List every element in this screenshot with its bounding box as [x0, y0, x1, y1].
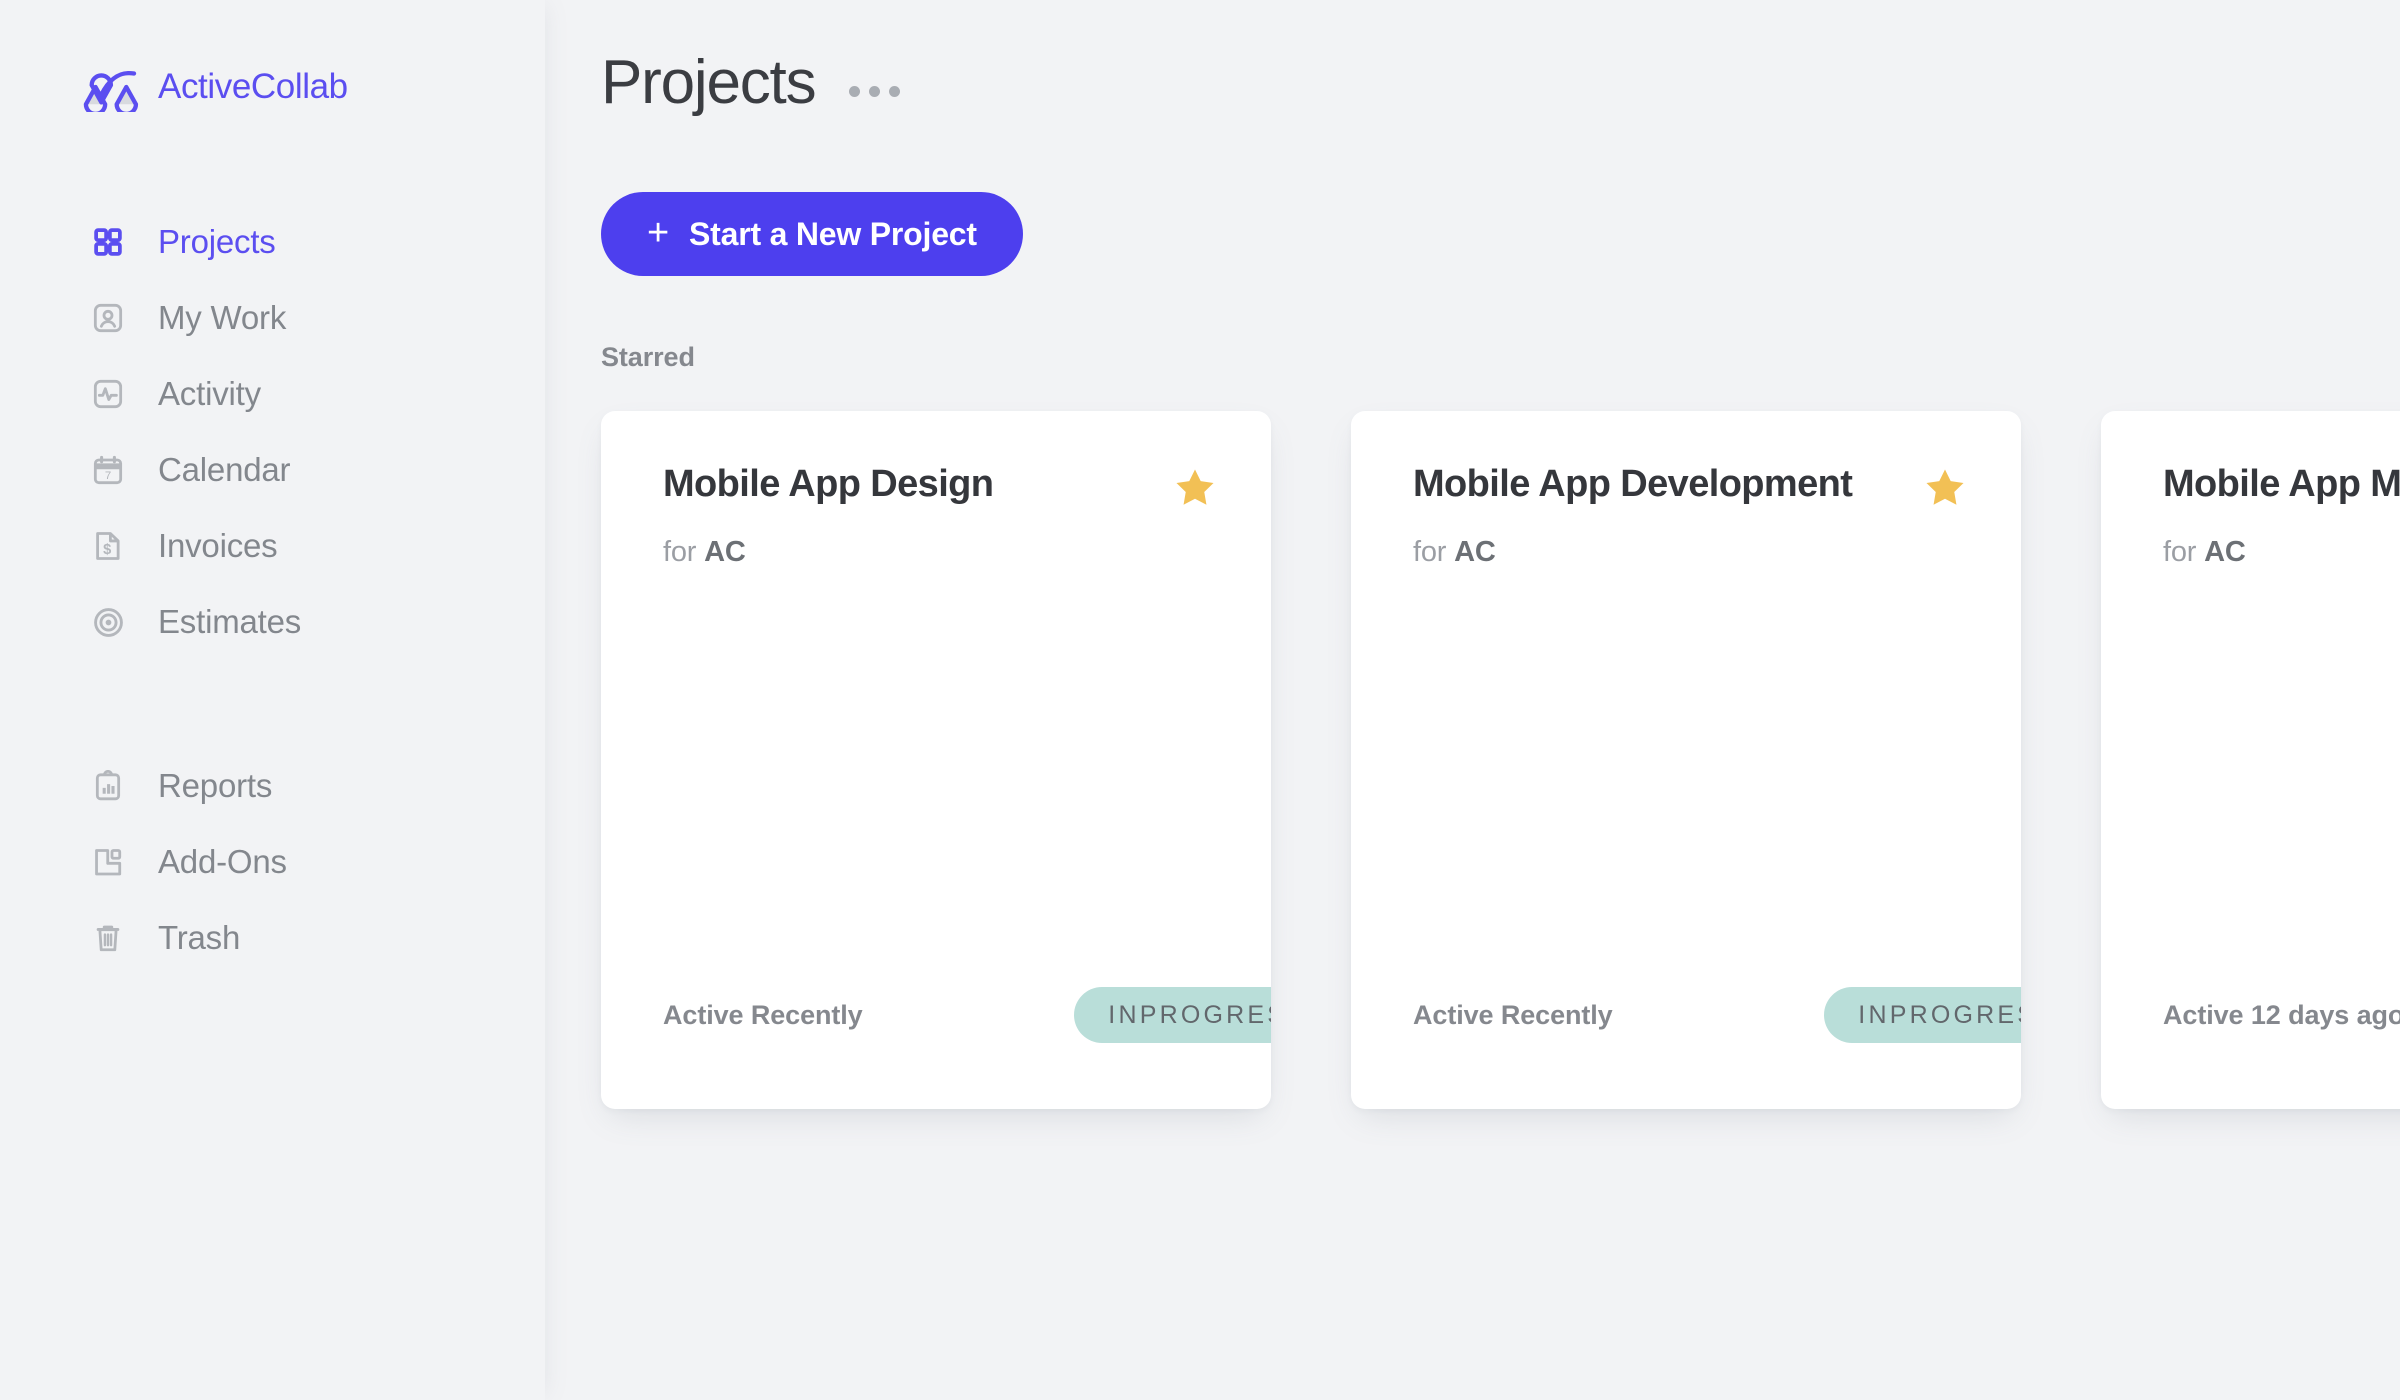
svg-text:$: $ [103, 542, 111, 558]
client-name: AC [704, 536, 746, 568]
sidebar-item-reports[interactable]: Reports [0, 748, 545, 824]
sidebar-item-projects[interactable]: Projects [0, 204, 545, 280]
sidebar-item-label: Calendar [158, 451, 291, 488]
sidebar-item-add-ons[interactable]: Add-Ons [0, 824, 545, 900]
client-prefix: for [663, 536, 697, 568]
card-title-row: Mobile App Marketing [2101, 463, 2400, 510]
pulse-icon [88, 374, 128, 414]
plus-icon: + [647, 211, 669, 254]
client-prefix: for [2163, 536, 2197, 568]
project-activity: Active Recently [1413, 999, 1613, 1030]
project-activity: Active Recently [663, 999, 863, 1030]
project-card[interactable]: Mobile App Design for AC Active Recently… [601, 411, 1271, 1109]
sidebar-item-label: Estimates [158, 603, 302, 640]
ellipsis-icon[interactable] [849, 70, 901, 97]
sidebar-item-label: Add-Ons [158, 843, 287, 880]
sidebar-item-label: Trash [158, 919, 241, 956]
brand-logo[interactable]: ActiveCollab [0, 0, 545, 112]
sidebar-nav: Projects My Work Activity 7 Calendar $ I… [0, 204, 545, 976]
addons-icon [88, 842, 128, 882]
ellipsis-dot [889, 85, 901, 97]
card-footer: Active 12 days ago INPROGRESS [2101, 987, 2400, 1043]
page-header: Projects [545, 0, 2400, 114]
project-client: for AC [2101, 510, 2400, 569]
sidebar-item-label: Invoices [158, 527, 278, 564]
clipboard-chart-icon [88, 766, 128, 806]
nav-group-divider [0, 660, 545, 748]
star-icon[interactable] [1923, 466, 1967, 510]
client-prefix: for [1413, 536, 1447, 568]
page-title: Projects [601, 48, 817, 117]
project-title: Mobile App Design [663, 463, 994, 505]
project-card[interactable]: Mobile App Marketing for AC Active 12 da… [2101, 411, 2400, 1109]
project-activity: Active 12 days ago [2163, 999, 2400, 1030]
main-content: Projects + Start a New Project Starred M… [545, 0, 2400, 1400]
trash-icon [88, 918, 128, 958]
project-client: for AC [601, 510, 1271, 569]
card-footer: Active Recently INPROGRESS [601, 987, 1271, 1043]
sidebar-item-calendar[interactable]: 7 Calendar [0, 432, 545, 508]
grid-icon [88, 222, 128, 262]
sidebar-item-activity[interactable]: Activity [0, 356, 545, 432]
brand-name: ActiveCollab [158, 67, 348, 106]
starred-section-label: Starred [601, 342, 695, 372]
start-new-project-button[interactable]: + Start a New Project [601, 192, 1023, 276]
project-title: Mobile App Marketing [2163, 463, 2400, 505]
star-icon[interactable] [1173, 466, 1217, 510]
card-title-row: Mobile App Development [1351, 463, 2021, 510]
sidebar-item-estimates[interactable]: Estimates [0, 584, 545, 660]
sidebar-item-label: My Work [158, 299, 287, 336]
sidebar: ActiveCollab Projects My Work Activity 7… [0, 0, 545, 1400]
sidebar-item-label: Reports [158, 767, 273, 804]
target-icon [88, 602, 128, 642]
project-title: Mobile App Development [1413, 463, 1853, 505]
status-badge: INPROGRESS [1074, 987, 1271, 1043]
sidebar-item-label: Activity [158, 375, 261, 412]
sidebar-item-invoices[interactable]: $ Invoices [0, 508, 545, 584]
person-card-icon [88, 298, 128, 338]
ellipsis-dot [869, 85, 881, 97]
card-body-spacer [2101, 569, 2400, 987]
start-new-project-label: Start a New Project [689, 215, 977, 252]
dollar-document-icon: $ [88, 526, 128, 566]
activecollab-logo-icon [83, 70, 139, 112]
svg-text:7: 7 [105, 470, 111, 482]
project-card-row: Mobile App Design for AC Active Recently… [545, 411, 2400, 1109]
sidebar-item-label: Projects [158, 223, 276, 260]
card-body-spacer [601, 569, 1271, 987]
sidebar-item-my-work[interactable]: My Work [0, 280, 545, 356]
sidebar-item-trash[interactable]: Trash [0, 900, 545, 976]
card-title-row: Mobile App Design [601, 463, 1271, 510]
project-client: for AC [1351, 510, 2021, 569]
client-name: AC [1454, 536, 1496, 568]
status-badge: INPROGRESS [1824, 987, 2021, 1043]
client-name: AC [2204, 536, 2246, 568]
calendar-icon: 7 [88, 450, 128, 490]
card-footer: Active Recently INPROGRESS [1351, 987, 2021, 1043]
card-body-spacer [1351, 569, 2021, 987]
ellipsis-dot [849, 85, 861, 97]
project-card[interactable]: Mobile App Development for AC Active Rec… [1351, 411, 2021, 1109]
